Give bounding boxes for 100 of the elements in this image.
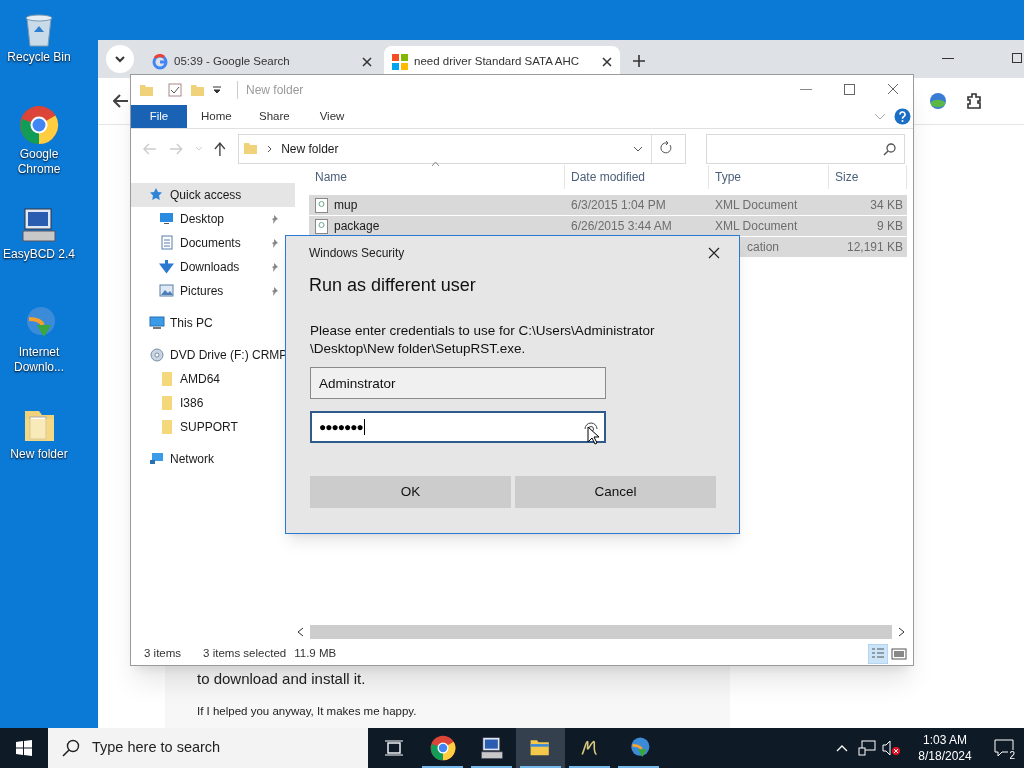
scrollbar-thumb[interactable] xyxy=(310,625,892,639)
folder-icon xyxy=(159,419,175,435)
windows-logo-icon xyxy=(16,740,32,756)
search-placeholder: Type here to search xyxy=(92,738,221,758)
back-arrow-icon[interactable] xyxy=(113,94,129,108)
type-cell-text: cation xyxy=(747,239,780,256)
nav-label: SUPPORT xyxy=(180,419,239,436)
nav-label: This PC xyxy=(170,315,214,332)
folder-icon xyxy=(159,395,175,411)
ribbon-tab[interactable]: File xyxy=(131,105,187,128)
file-name: package xyxy=(334,218,380,235)
speech-bubble-icon xyxy=(994,739,1014,757)
tab-search-button[interactable] xyxy=(106,45,134,73)
ribbon-tab[interactable]: View xyxy=(303,105,361,128)
username-field[interactable]: Adminstrator xyxy=(310,367,606,399)
disc-icon xyxy=(149,347,165,363)
down-arrow-icon xyxy=(159,259,175,275)
dropdown-icon[interactable] xyxy=(633,146,644,152)
close-icon[interactable] xyxy=(362,57,372,67)
search-icon xyxy=(62,739,80,757)
nav-item[interactable]: Quick access xyxy=(131,183,295,207)
address-bar[interactable]: New folder xyxy=(238,134,687,164)
chrome-logo-icon[interactable] xyxy=(19,105,59,145)
nav-label: Desktop xyxy=(180,211,226,228)
nav-label: Documents xyxy=(180,235,242,252)
type-cell-text: XML Document xyxy=(715,197,798,214)
maximize-icon[interactable] xyxy=(844,83,855,95)
nav-label: Pictures xyxy=(180,283,225,300)
computer-icon[interactable] xyxy=(19,205,59,245)
desktop-icon-label[interactable]: Google Chrome xyxy=(1,147,77,177)
nav-label: I386 xyxy=(180,395,205,412)
chevron-up-icon[interactable] xyxy=(836,744,848,752)
desktop-icon-label[interactable]: Internet Downlo... xyxy=(1,345,77,375)
notifications-button[interactable]: 2 xyxy=(984,728,1024,768)
dropdown-icon[interactable] xyxy=(213,86,221,94)
tab-title: 05:39 - Google Search xyxy=(174,54,291,70)
dialog-button[interactable]: Cancel xyxy=(515,476,716,508)
maximize-icon[interactable] xyxy=(1012,53,1022,63)
nav-label: Downloads xyxy=(180,259,241,276)
clock[interactable]: 1:03 AM 8/18/2024 xyxy=(908,732,982,764)
folder-icon xyxy=(243,141,260,157)
monitor-icon xyxy=(159,211,175,227)
file-row[interactable]: package 6/26/2015 3:44 AM XML Document 9 KB xyxy=(309,216,907,236)
nav-label: Network xyxy=(170,451,215,468)
help-icon[interactable] xyxy=(894,108,911,125)
column-header[interactable]: Size xyxy=(829,165,907,189)
puzzle-icon[interactable] xyxy=(965,92,983,110)
dialog-heading: Run as different user xyxy=(309,274,477,297)
xml-file-icon xyxy=(315,197,328,213)
mouse-cursor-icon xyxy=(587,426,599,445)
column-header[interactable]: Type xyxy=(709,165,829,189)
ribbon-tab[interactable]: Share xyxy=(245,105,303,128)
tab-title: need driver Standard SATA AHC xyxy=(414,54,581,70)
globe-icon[interactable] xyxy=(929,92,947,110)
minimize-icon[interactable] xyxy=(942,58,954,60)
checklist-icon[interactable] xyxy=(168,83,182,97)
status-text: 3 items xyxy=(144,646,182,662)
taskbar-app[interactable] xyxy=(516,728,565,768)
paragraph: to download and install it. xyxy=(197,669,367,689)
monitor-icon xyxy=(149,315,165,331)
xml-file-icon xyxy=(315,218,328,234)
close-icon[interactable] xyxy=(602,57,612,67)
thumbnail-view-icon[interactable] xyxy=(891,646,907,662)
google-logo-icon xyxy=(152,54,168,70)
column-header[interactable]: Name xyxy=(309,165,565,189)
network-icon[interactable] xyxy=(858,740,876,756)
file-row[interactable]: mup 6/3/2015 1:04 PM XML Document 34 KB xyxy=(309,195,907,215)
picture-icon xyxy=(159,283,175,299)
size-cell-text: 34 KB xyxy=(870,197,903,214)
desktop-icon-label[interactable]: Recycle Bin xyxy=(1,50,77,65)
password-field[interactable]: ●●●●●●● xyxy=(310,411,606,443)
column-header[interactable]: Date modified xyxy=(565,165,709,189)
muted-speaker-icon[interactable] xyxy=(882,740,900,756)
date-cell: 6/3/2015 1:04 PM xyxy=(571,198,666,212)
dialog-button[interactable]: OK xyxy=(310,476,511,508)
search-field[interactable]: Type here to search xyxy=(48,728,368,768)
star-icon xyxy=(149,187,165,203)
sort-caret-icon xyxy=(431,161,440,166)
nav-item[interactable]: Desktop xyxy=(131,207,295,231)
paragraph: If I helped you anyway, It makes me happy. xyxy=(197,703,417,719)
size-cell-text: 9 KB xyxy=(877,218,903,235)
clock-time: 1:03 AM xyxy=(923,732,967,748)
dialog-message: Please enter credentials to use for C:\Users\Administrator \Desktop\New folder\SetupRST.exe. xyxy=(310,322,656,358)
desktop-icon-label[interactable]: New folder xyxy=(1,447,77,462)
chrome-logo-icon xyxy=(429,735,456,761)
ribbon-tab[interactable]: Home xyxy=(187,105,245,128)
folder-icon xyxy=(159,371,175,387)
type-cell-text: XML Document xyxy=(715,218,798,235)
notification-count: 2 xyxy=(1008,750,1016,761)
chevron-icon xyxy=(267,145,274,153)
close-icon[interactable] xyxy=(887,83,899,95)
new-tab-icon[interactable] xyxy=(632,54,646,68)
search-field[interactable] xyxy=(706,134,905,164)
windows-logo-icon xyxy=(392,54,408,70)
nav-label: AMD64 xyxy=(180,371,221,388)
desktop-icon-label[interactable]: EasyBCD 2.4 xyxy=(1,247,77,262)
close-icon[interactable] xyxy=(708,247,720,259)
password-dots: ●●●●●●● xyxy=(319,419,363,436)
file-name: mup xyxy=(334,197,358,214)
up-arrow-icon[interactable] xyxy=(214,142,227,156)
